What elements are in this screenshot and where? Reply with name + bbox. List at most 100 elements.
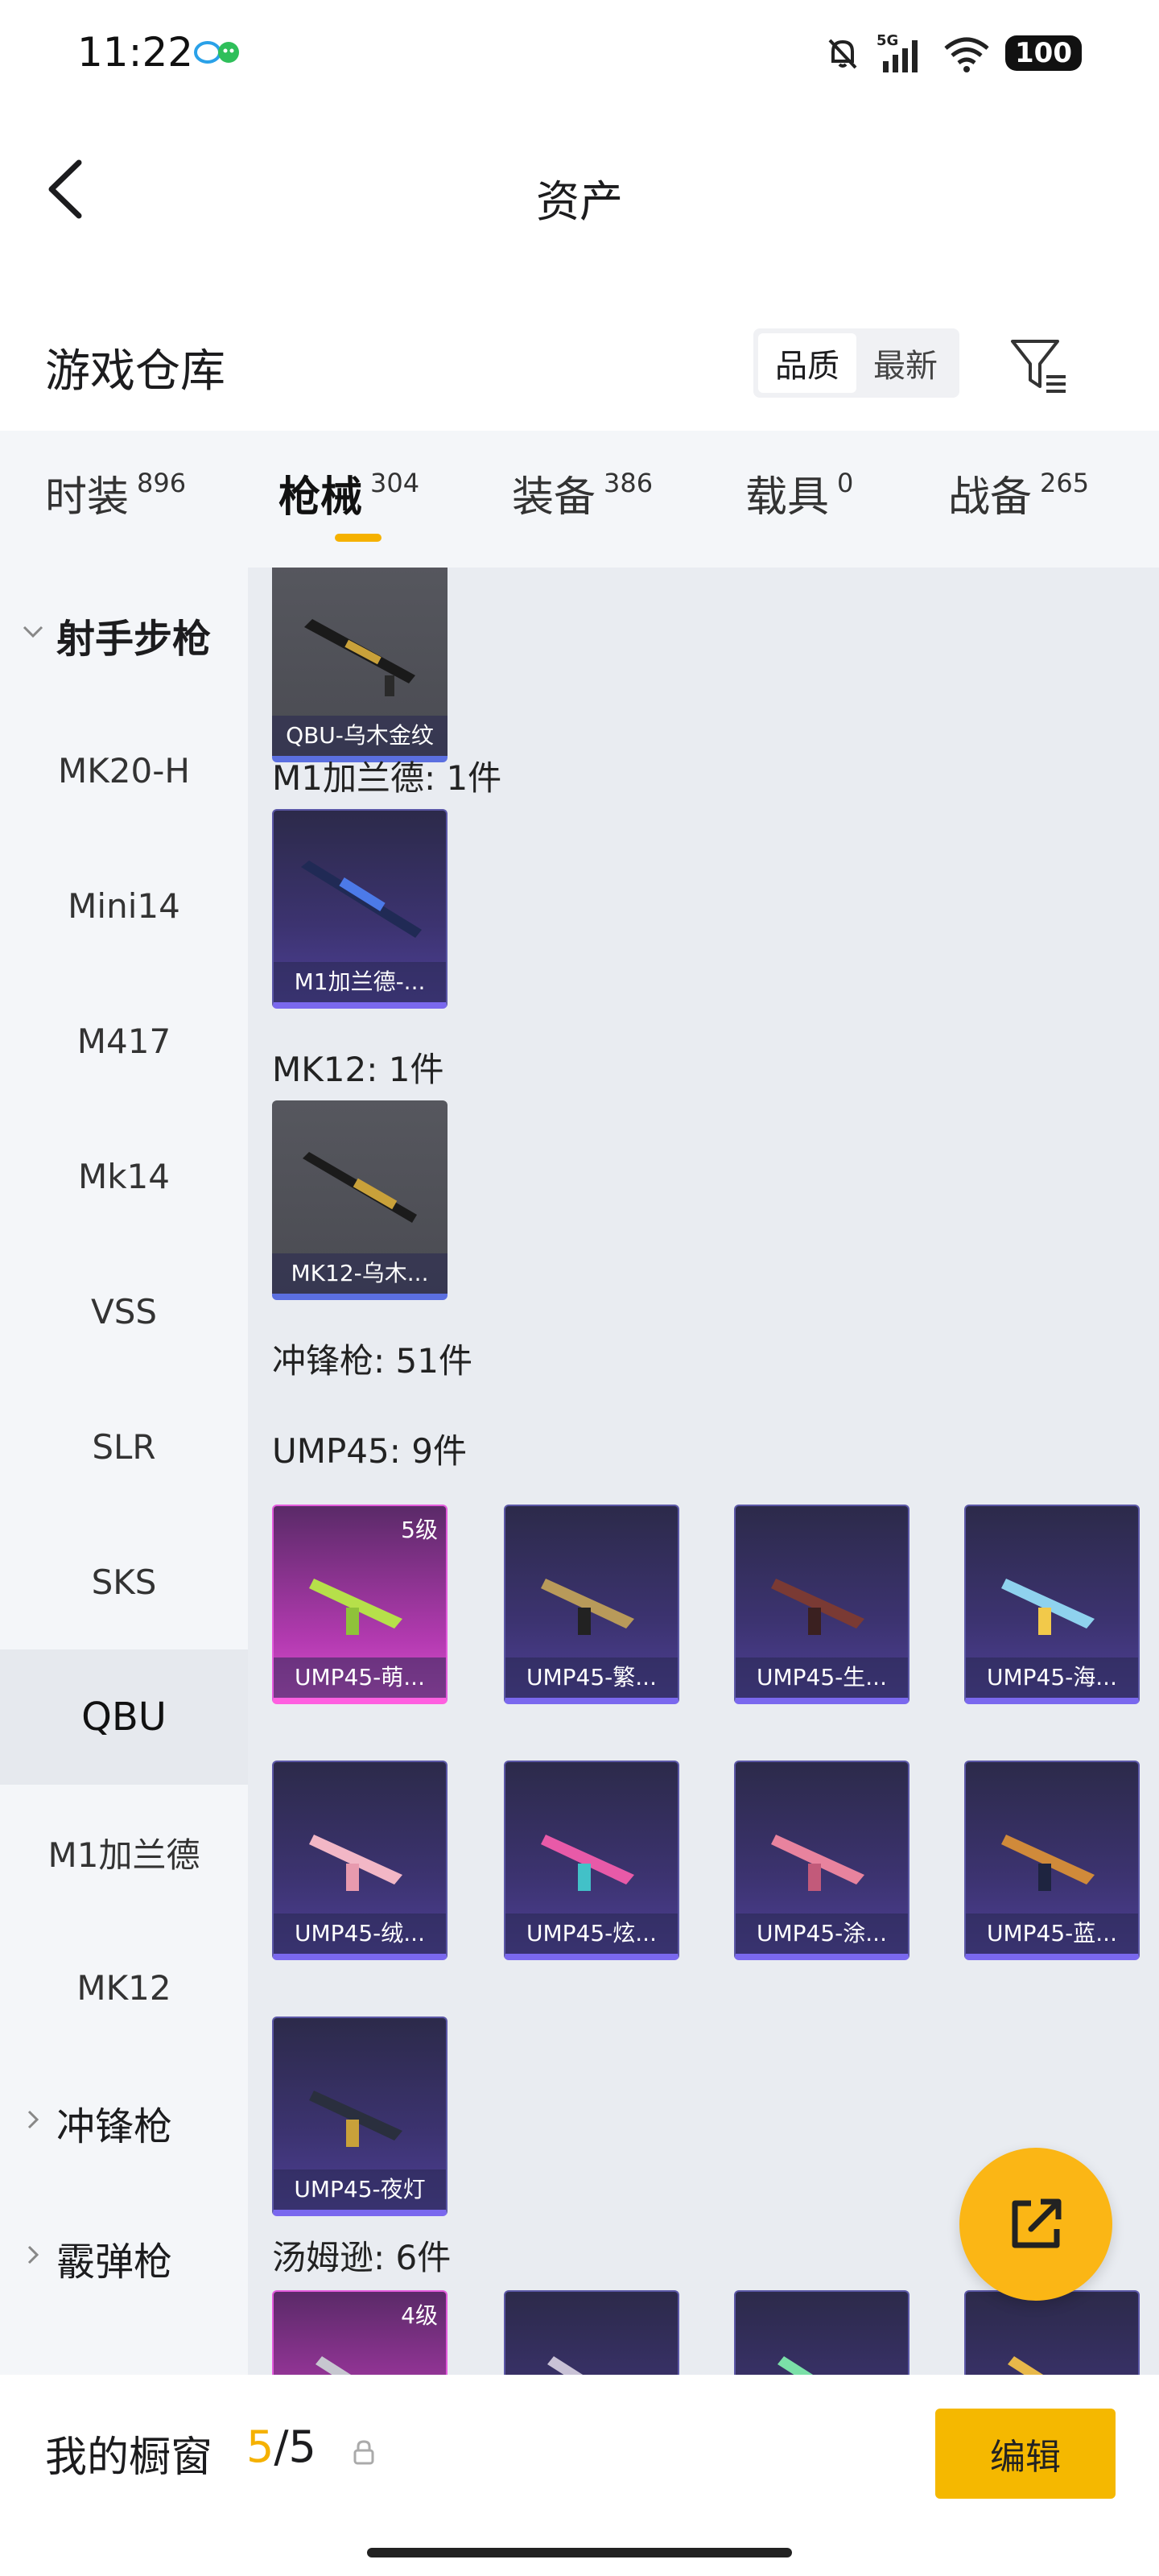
sidebar-group-marksman-rifle[interactable]: 射手步枪 bbox=[0, 568, 248, 703]
smg-skin-icon bbox=[309, 1835, 402, 1891]
sidebar-item-label: MK20-H bbox=[58, 750, 190, 791]
skin-card-name: UMP45-生... bbox=[736, 1657, 908, 1698]
skin-card[interactable] bbox=[734, 2290, 909, 2375]
skin-card[interactable]: M1加兰德-... bbox=[272, 809, 448, 1009]
skin-card-name: UMP45-涂... bbox=[736, 1913, 908, 1954]
sidebar-item-vss[interactable]: VSS bbox=[0, 1244, 248, 1379]
active-tab-indicator bbox=[335, 534, 382, 542]
smg-skin-icon bbox=[541, 1579, 634, 1635]
sidebar-item-m1-garand[interactable]: M1加兰德 bbox=[0, 1785, 248, 1920]
skin-card[interactable] bbox=[964, 2290, 1140, 2375]
showcase-label: 我的橱窗 bbox=[45, 2434, 213, 2482]
skin-card[interactable]: UMP45-炫... bbox=[504, 1761, 679, 1960]
sort-newest-button[interactable]: 最新 bbox=[856, 333, 955, 393]
section-label: 汤姆逊: 6件 bbox=[272, 2238, 452, 2277]
sidebar-item-mk20h[interactable]: MK20-H bbox=[0, 703, 248, 838]
chat-notification-icon bbox=[194, 41, 239, 64]
skin-card-name: UMP45-炫... bbox=[505, 1913, 678, 1954]
weapon-type-sidebar: 射手步枪 MK20-H Mini14 M417 Mk14 VSS SLR SKS… bbox=[0, 568, 248, 2375]
mute-bell-icon bbox=[828, 39, 857, 69]
section-label: M1加兰德: 1件 bbox=[272, 758, 502, 798]
sidebar-item-mini14[interactable]: Mini14 bbox=[0, 838, 248, 973]
skin-card[interactable]: UMP45-繁... bbox=[504, 1505, 679, 1704]
showcase-bar: 我的橱窗 5/5 编辑 bbox=[0, 2375, 1159, 2576]
skin-card[interactable]: 4级 bbox=[272, 2290, 448, 2375]
smg-skin-icon bbox=[541, 1835, 634, 1891]
tab-fashion[interactable]: 时装 896 bbox=[45, 463, 186, 523]
sidebar-item-qbu[interactable]: QBU bbox=[0, 1649, 248, 1785]
skin-card-name: MK12-乌木... bbox=[272, 1253, 448, 1294]
chevron-down-icon bbox=[23, 625, 43, 638]
sidebar-item-mk12[interactable]: MK12 bbox=[0, 1920, 248, 2055]
smg-skin-icon bbox=[547, 2356, 584, 2375]
section-label: MK12: 1件 bbox=[272, 1050, 444, 1089]
tab-vehicles[interactable]: 载具 0 bbox=[745, 463, 853, 523]
tab-equipment[interactable]: 装备 386 bbox=[512, 463, 653, 523]
tab-label: 枪械 bbox=[278, 473, 363, 522]
sidebar-item-sks[interactable]: SKS bbox=[0, 1514, 248, 1649]
sidebar-item-label: 冲锋枪 bbox=[56, 2104, 173, 2149]
skin-card[interactable]: UMP45-夜灯 bbox=[272, 2017, 448, 2216]
sort-quality-button[interactable]: 品质 bbox=[758, 333, 856, 393]
skin-card[interactable]: UMP45-生... bbox=[734, 1505, 909, 1704]
app-header: 资产 bbox=[0, 105, 1159, 266]
tab-battle-prep[interactable]: 战备 265 bbox=[948, 463, 1089, 523]
sidebar-item-label: Mini14 bbox=[68, 886, 180, 926]
tab-count: 0 bbox=[837, 468, 854, 498]
sidebar-item-label: QBU bbox=[81, 1695, 167, 1740]
filter-icon[interactable] bbox=[1008, 333, 1072, 398]
smg-skin-icon bbox=[316, 2356, 352, 2375]
skin-card-name: UMP45-蓝... bbox=[966, 1913, 1138, 1954]
sidebar-item-label: Mk14 bbox=[77, 1156, 170, 1196]
warehouse-header: 游戏仓库 品质 最新 bbox=[0, 306, 1159, 419]
skin-card[interactable] bbox=[504, 2290, 679, 2375]
sidebar-group-smg[interactable]: 冲锋枪 bbox=[0, 2055, 248, 2190]
section-label: 冲锋枪: 51件 bbox=[272, 1341, 472, 1381]
sidebar-group-shotgun[interactable]: 霰弹枪 bbox=[0, 2190, 248, 2326]
smg-skin-icon bbox=[1008, 2356, 1044, 2375]
tab-label: 战备 bbox=[948, 473, 1033, 522]
category-tabs: 时装 896 枪械 304 装备 386 载具 0 战备 265 bbox=[0, 431, 1159, 568]
skin-card[interactable]: QBU-乌木金纹 bbox=[272, 568, 448, 762]
tab-count: 386 bbox=[604, 468, 654, 498]
weapon-skin-list: QBU-乌木金纹 M1加兰德: 1件 M1加兰德-... MK12: 1件 MK… bbox=[248, 568, 1159, 2375]
skin-card[interactable]: UMP45-海... bbox=[964, 1505, 1140, 1704]
sidebar-item-label: M1加兰德 bbox=[47, 1835, 200, 1875]
smg-skin-icon bbox=[771, 1579, 864, 1635]
skin-card-name: UMP45-海... bbox=[966, 1657, 1138, 1698]
smg-skin-icon bbox=[1001, 1579, 1095, 1635]
home-indicator bbox=[367, 2548, 792, 2557]
skin-card[interactable]: UMP45-蓝... bbox=[964, 1761, 1140, 1960]
skin-card[interactable]: UMP45-绒... bbox=[272, 1761, 448, 1960]
tab-label: 时装 bbox=[45, 473, 130, 522]
status-icons: 5G 100 bbox=[823, 32, 1082, 74]
skin-card[interactable]: UMP45-涂... bbox=[734, 1761, 909, 1960]
sidebar-item-label: 射手步枪 bbox=[56, 617, 212, 662]
skin-card-name: QBU-乌木金纹 bbox=[272, 716, 448, 756]
sidebar-item-mk14[interactable]: Mk14 bbox=[0, 1108, 248, 1244]
wifi-icon bbox=[944, 37, 989, 72]
chevron-right-icon bbox=[27, 2110, 39, 2129]
tab-count: 265 bbox=[1040, 468, 1090, 498]
share-button[interactable] bbox=[959, 2148, 1112, 2301]
skin-card-name: UMP45-繁... bbox=[505, 1657, 678, 1698]
tab-count: 896 bbox=[137, 468, 187, 498]
skin-card[interactable]: 5级 UMP45-萌... bbox=[272, 1505, 448, 1704]
edit-button[interactable]: 编辑 bbox=[935, 2409, 1116, 2499]
sidebar-item-m417[interactable]: M417 bbox=[0, 973, 248, 1108]
sidebar-item-slr[interactable]: SLR bbox=[0, 1379, 248, 1514]
status-bar: 11:22 5G 100 bbox=[0, 0, 1159, 105]
skin-card[interactable]: MK12-乌木... bbox=[272, 1100, 448, 1300]
svg-text:5G: 5G bbox=[876, 32, 898, 49]
rifle-skin-icon bbox=[304, 619, 415, 696]
showcase-count: 5/5 bbox=[246, 2421, 316, 2472]
warehouse-title: 游戏仓库 bbox=[45, 345, 225, 398]
sidebar-item-label: M417 bbox=[76, 1021, 171, 1061]
skin-card-name: M1加兰德-... bbox=[274, 962, 446, 1002]
smg-skin-icon bbox=[777, 2356, 814, 2375]
rifle-skin-icon bbox=[301, 861, 422, 938]
smg-skin-icon bbox=[309, 2091, 402, 2147]
tab-firearms[interactable]: 枪械 304 bbox=[278, 463, 419, 523]
skin-card-name: UMP45-夜灯 bbox=[274, 2169, 446, 2210]
tab-label: 装备 bbox=[512, 473, 596, 522]
